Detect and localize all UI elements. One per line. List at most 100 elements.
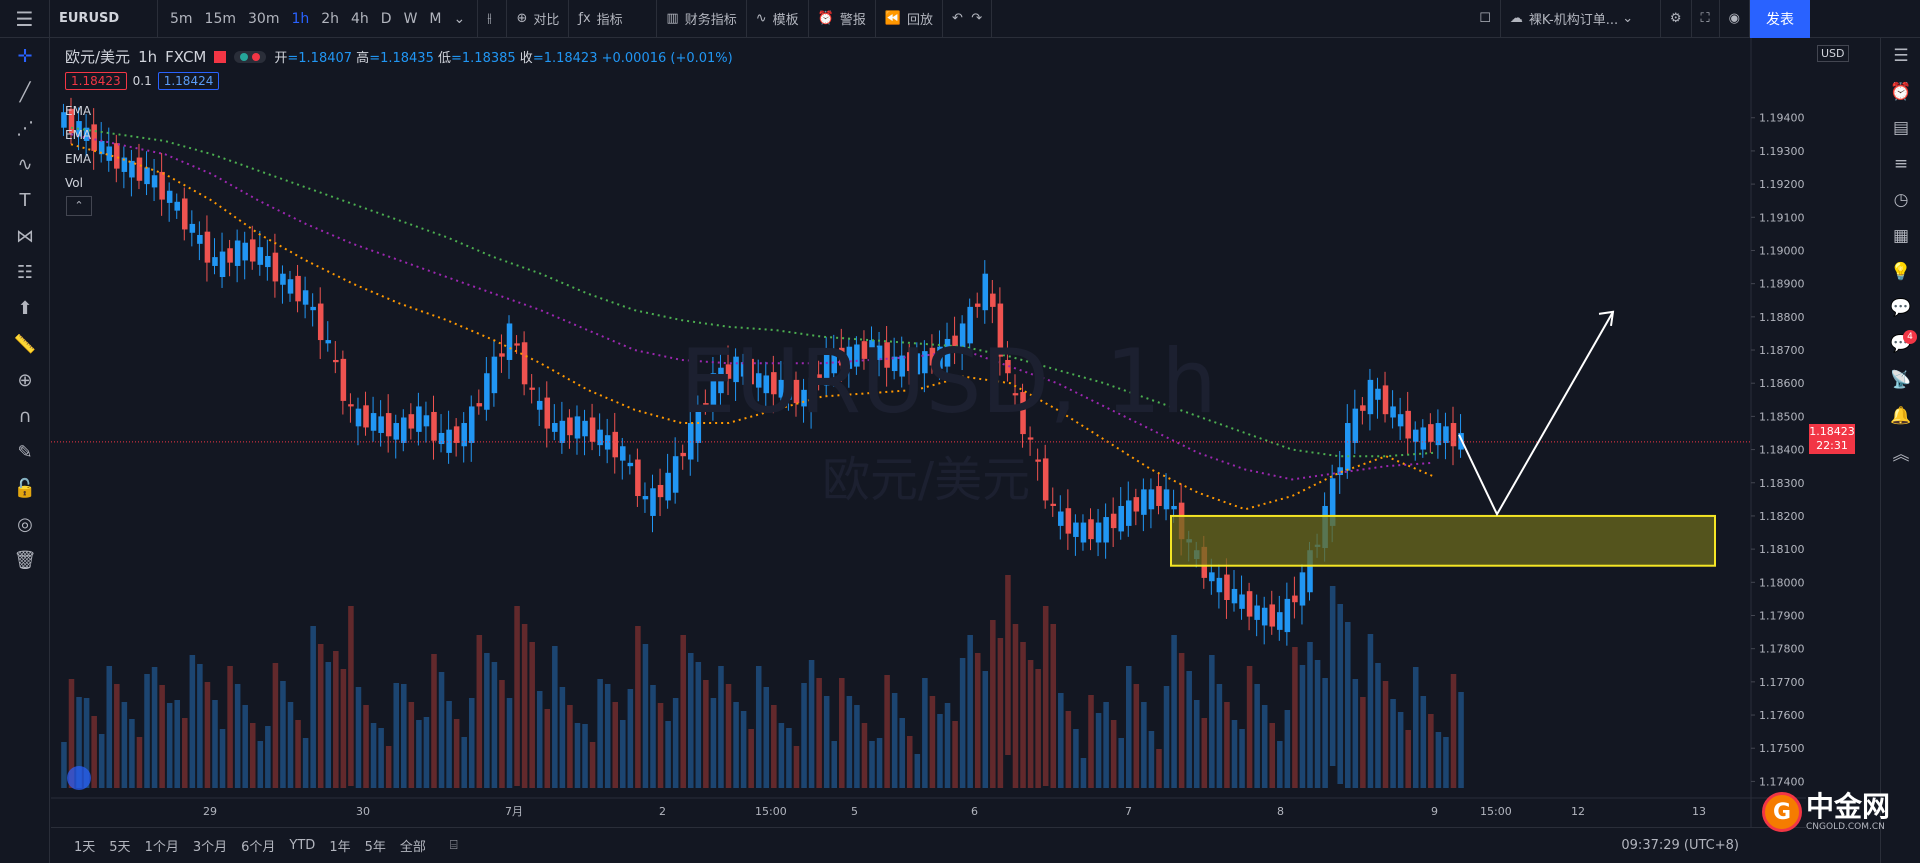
crosshair-icon[interactable]: ✛ [0, 38, 50, 74]
volume-bar [1397, 712, 1404, 788]
timeframe-1个月[interactable]: 1个月 [138, 836, 186, 855]
volume-bar [91, 716, 97, 788]
interval-selector: 5m 15m 30m 1h 2h 4h D W M ⌄ [158, 0, 479, 38]
timeframe-1年[interactable]: 1年 [322, 836, 357, 855]
zoom-icon[interactable]: ⊕ [0, 362, 50, 398]
settings-button[interactable]: ⚙ [1661, 0, 1692, 38]
volume-bar [1209, 655, 1215, 788]
indicator-ema-1[interactable]: EMA [65, 104, 91, 118]
alarm-clock-icon[interactable]: ⏰ [1881, 74, 1920, 110]
collapse-legend-button[interactable]: ⌃ [66, 196, 92, 216]
candle-body [1163, 489, 1170, 510]
interval-W[interactable]: W [398, 11, 424, 27]
timeframe-YTD[interactable]: YTD [282, 838, 322, 853]
lock-icon[interactable]: 🔓 [0, 470, 50, 506]
timeframe-3个月[interactable]: 3个月 [186, 836, 234, 855]
interval-4h[interactable]: 4h [345, 11, 375, 27]
candle-body [227, 248, 233, 263]
layout-toggle[interactable]: ☐ [1470, 0, 1501, 38]
interval-5m[interactable]: 5m [164, 11, 199, 27]
ruler-icon[interactable]: 📏 [0, 326, 50, 362]
replay-button[interactable]: ⏪ 回放 [876, 0, 944, 38]
volume-bar [310, 626, 316, 788]
bulb-icon[interactable]: 💡 [1881, 254, 1920, 290]
news-icon[interactable]: ▤ [1881, 110, 1920, 146]
interval-1h[interactable]: 1h [285, 11, 315, 27]
publish-button[interactable]: 发表 [1750, 0, 1810, 38]
volume-bar [672, 698, 679, 788]
trash-icon[interactable]: 🗑 [0, 542, 50, 578]
volume-bar [1110, 720, 1117, 788]
indicator-ema-2[interactable]: EMA [65, 128, 91, 142]
interval-15m[interactable]: 15m [199, 11, 242, 27]
timeframe-6个月[interactable]: 6个月 [234, 836, 282, 855]
alert-button[interactable]: ⏰ 警报 [809, 0, 876, 38]
chevron-up-icon[interactable]: ︽ [1881, 434, 1920, 470]
arrow-up-icon[interactable]: ⬆ [0, 290, 50, 326]
bid-price[interactable]: 1.18423 [65, 72, 127, 90]
fib-icon[interactable]: ⋰ [0, 110, 50, 146]
forecast-icon[interactable]: ☷ [0, 254, 50, 290]
undo-icon[interactable]: ↶ [952, 11, 963, 26]
pattern-icon[interactable]: ∿ [0, 146, 50, 182]
xabcd-icon[interactable]: ⋈ [0, 218, 50, 254]
timeframe-5年[interactable]: 5年 [358, 836, 393, 855]
indicator-ema-3[interactable]: EMA [65, 152, 91, 166]
price-tick-label: 1.18800 [1759, 311, 1805, 324]
volume-bar [461, 737, 467, 788]
undo-redo[interactable]: ↶ ↷ [943, 0, 993, 38]
candle-body [574, 416, 581, 439]
bell-icon[interactable]: 🔔 [1881, 398, 1920, 434]
watchlist-icon[interactable]: ☰ [1881, 38, 1920, 74]
interval-2h[interactable]: 2h [315, 11, 345, 27]
fullscreen-button[interactable]: ⛶ [1692, 0, 1720, 38]
text-icon[interactable]: T [0, 182, 50, 218]
calendar-icon[interactable]: ▦ [1881, 218, 1920, 254]
interval-dropdown-icon[interactable]: ⌄ [448, 11, 472, 27]
indicator-volume[interactable]: Vol [65, 176, 83, 190]
chat-notify-icon[interactable]: 💬 4 [1881, 326, 1920, 362]
volume-bar [385, 746, 392, 788]
magnet-icon[interactable]: ∩ [0, 398, 50, 434]
chat-icon[interactable]: 💬 [1881, 290, 1920, 326]
ask-price[interactable]: 1.18424 [157, 72, 220, 90]
indicators-button[interactable]: ƒx 指标 [569, 0, 658, 38]
legend-pair[interactable]: 欧元/美元 [65, 46, 130, 67]
list-icon[interactable]: ≡ [1881, 146, 1920, 182]
symbol-search[interactable]: EURUSD [50, 0, 158, 38]
timeframe-全部[interactable]: 全部 [393, 836, 433, 855]
interval-M[interactable]: M [423, 11, 447, 27]
layout-name-button[interactable]: ☁ 裸K-机构订单... ⌄ [1501, 0, 1661, 38]
eye-icon[interactable]: ◎ [0, 506, 50, 542]
candle-body [302, 290, 309, 305]
candle-body [182, 198, 188, 230]
timeframe-1天[interactable]: 1天 [67, 836, 102, 855]
menu-icon[interactable]: ☰ [0, 0, 50, 38]
interval-D[interactable]: D [375, 11, 398, 27]
flag-icon[interactable] [214, 50, 227, 63]
redo-icon[interactable]: ↷ [971, 11, 982, 26]
date-range-icon[interactable]: ⌸ [443, 838, 465, 853]
templates-button[interactable]: ∿ 模板 [747, 0, 809, 38]
pencil-lock-icon[interactable]: ✎ [0, 434, 50, 470]
candle-body [340, 358, 347, 401]
price-tick-label: 1.19300 [1759, 145, 1805, 158]
volume-bar [1027, 660, 1034, 788]
volume-bar [1246, 666, 1253, 788]
timeframe-5天[interactable]: 5天 [102, 836, 137, 855]
trendline-icon[interactable]: ╱ [0, 74, 50, 110]
name-watermark: 欧元/美元 [822, 452, 1031, 508]
compare-button[interactable]: ⊕ 对比 [507, 0, 570, 38]
candle-body [114, 143, 120, 169]
chart-type-button[interactable]: ⫲ [478, 0, 508, 38]
volume-bar [665, 721, 671, 788]
clock-display[interactable]: 09:37:29 (UTC+8) [1614, 838, 1746, 853]
currency-selector[interactable]: USD [1817, 45, 1849, 62]
clock-icon[interactable]: ◷ [1881, 182, 1920, 218]
current-price-label: 1.18423 22:31 [1809, 424, 1855, 454]
interval-30m[interactable]: 30m [242, 11, 285, 27]
broadcast-icon[interactable]: 📡 [1881, 362, 1920, 398]
snapshot-button[interactable]: ◉ [1720, 0, 1750, 38]
market-status[interactable] [234, 50, 267, 63]
financials-button[interactable]: ▥ 财务指标 [657, 0, 747, 38]
